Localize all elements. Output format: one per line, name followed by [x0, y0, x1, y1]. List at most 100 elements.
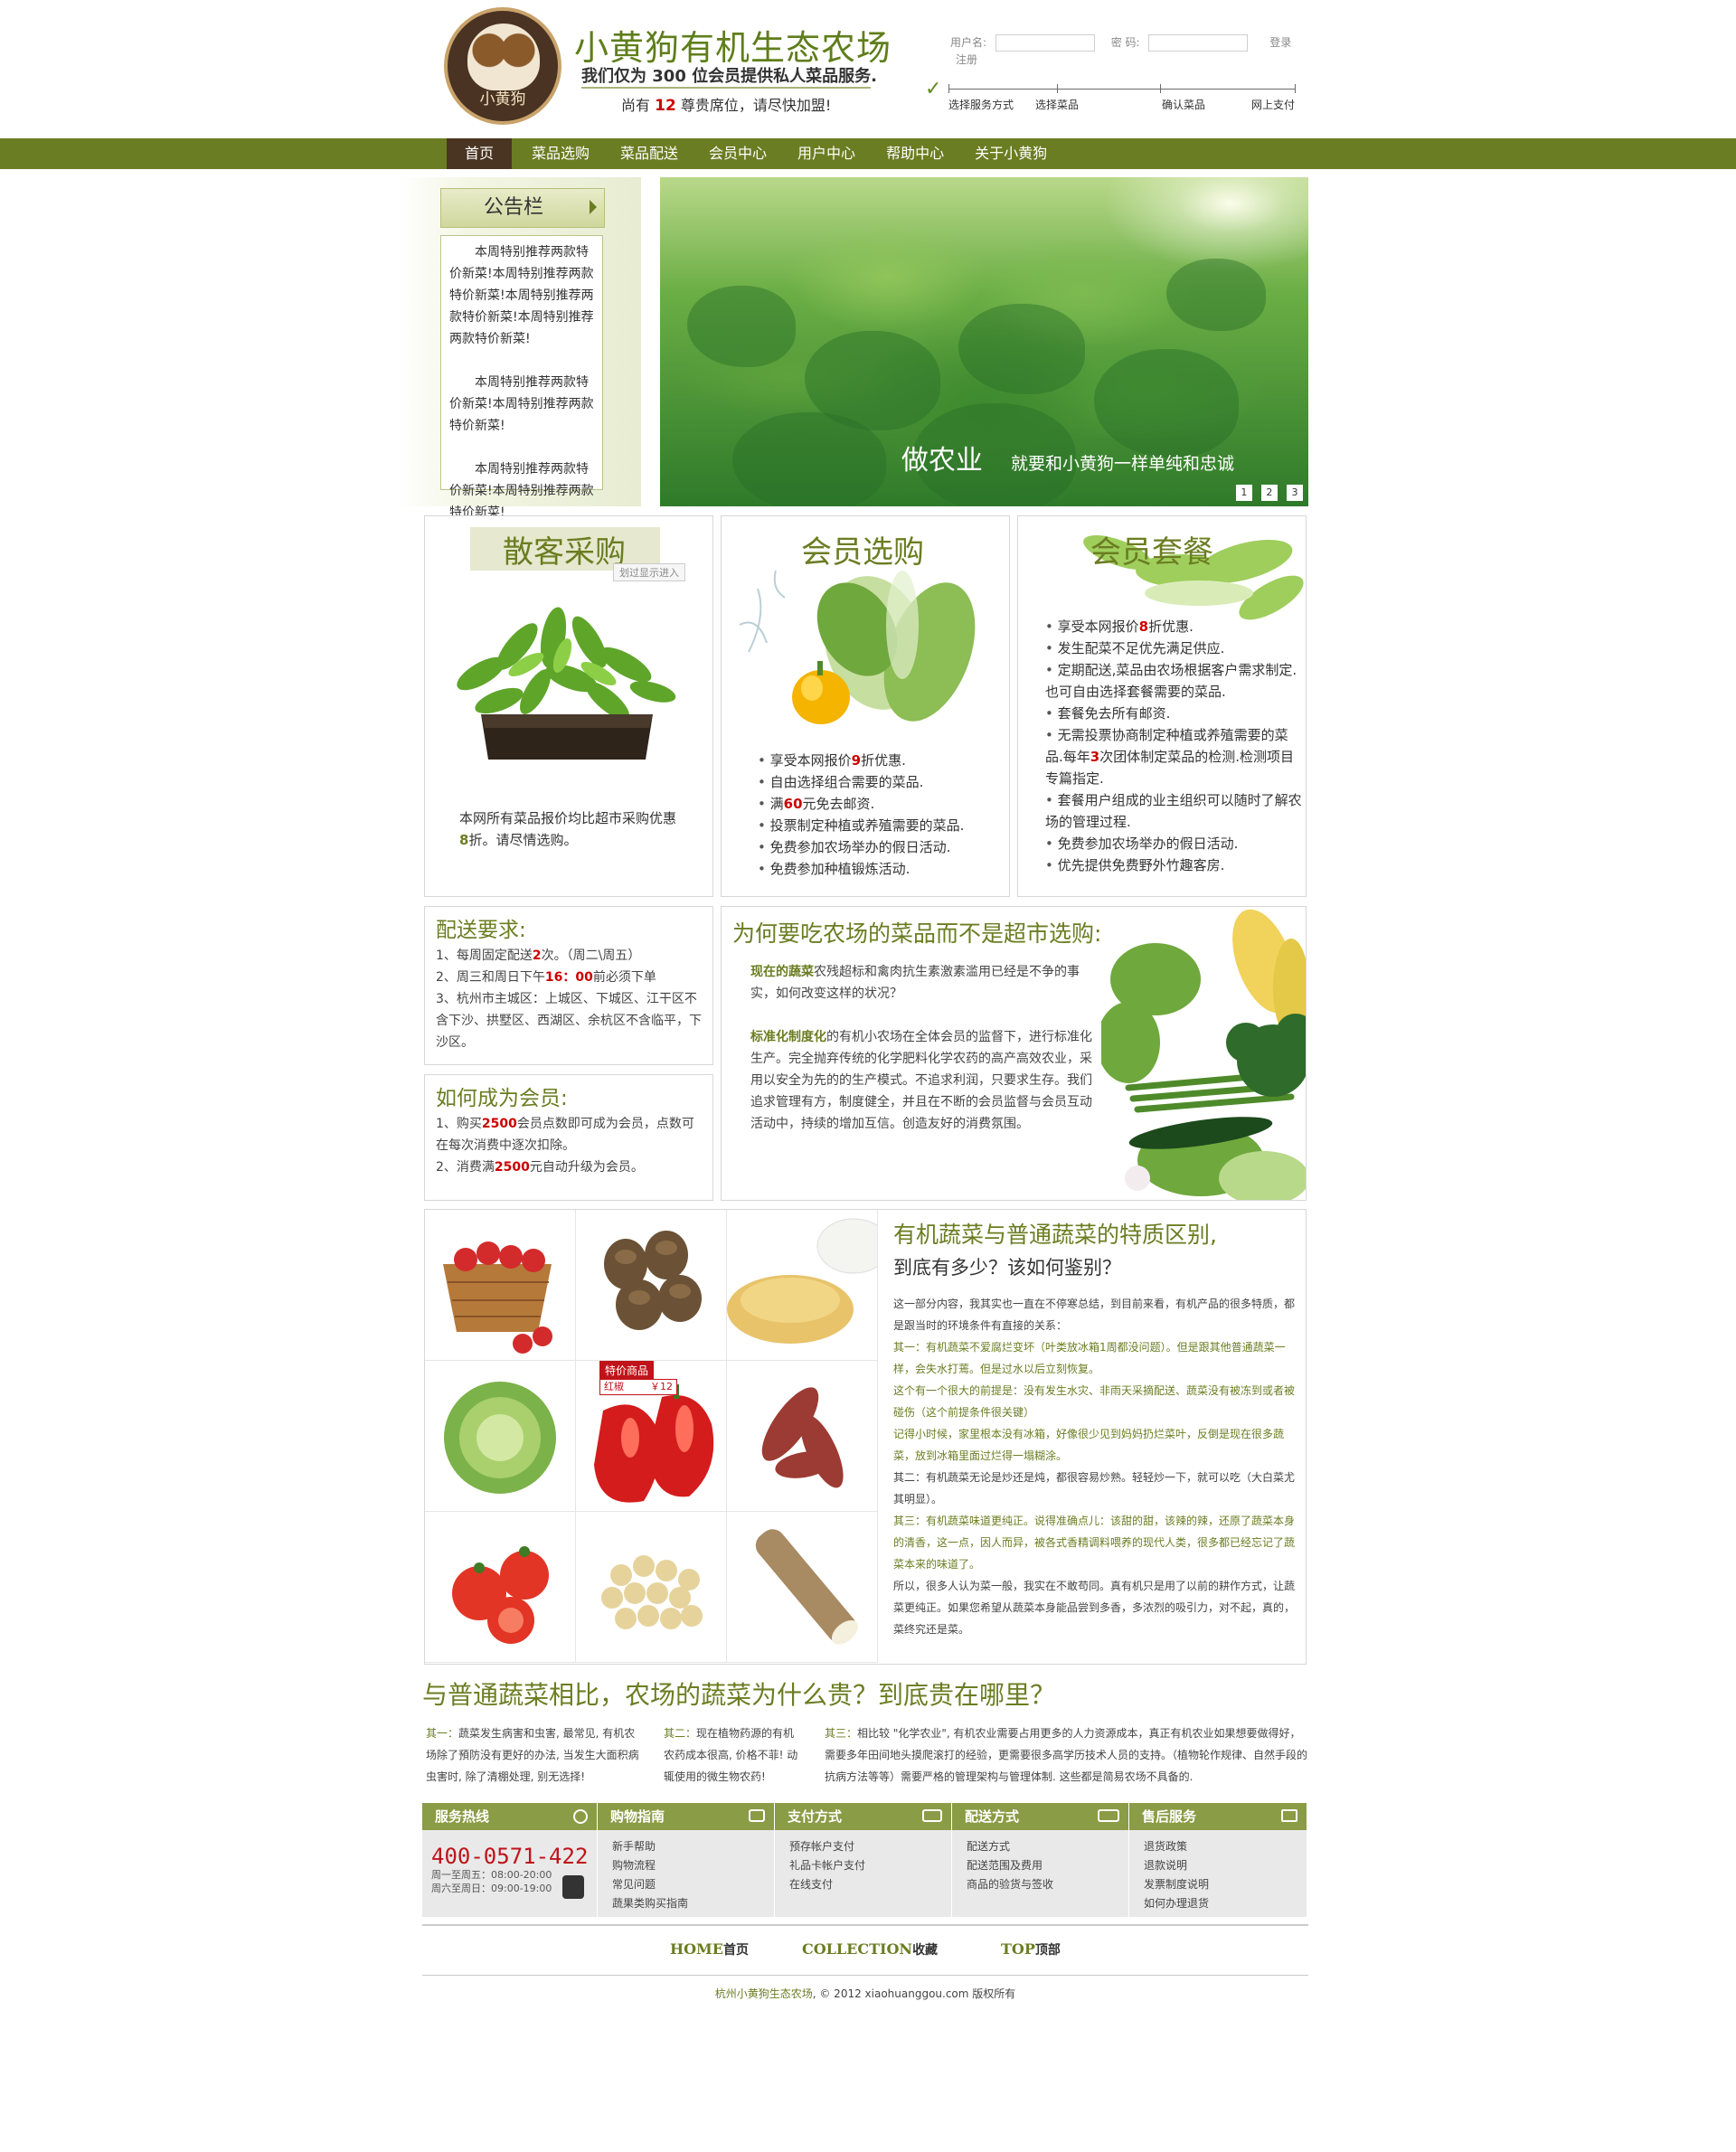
- login-form: 用户名: 密 码: 登录 注册: [950, 34, 1308, 67]
- organic-section: 特价商品 红椒 ￥12 有机蔬菜与普通蔬菜的特质区别, 到底有多少？该如何鉴别？ …: [422, 1209, 1308, 1665]
- logo[interactable]: 小黄狗: [444, 7, 561, 125]
- product-sweet-potato[interactable]: [727, 1361, 878, 1512]
- nav-delivery[interactable]: 菜品配送: [605, 138, 693, 169]
- price-reason-3: 其三：相比较 "化学农业", 有机农业需要占用更多的人力资源成本，真正有机农业如…: [825, 1727, 1308, 1783]
- member-package-card[interactable]: 会员套餐 享受本网报价8折优惠. 发生配菜不足优先满足供应. 定期配送,菜品由农…: [1017, 515, 1307, 897]
- aftersale-link[interactable]: 退货政策: [1144, 1837, 1307, 1856]
- member-package-title: 会员套餐: [1090, 534, 1213, 571]
- register-link[interactable]: 注册: [956, 53, 977, 66]
- product-red-pepper-special[interactable]: 特价商品 红椒 ￥12: [576, 1361, 727, 1512]
- order-steps: ✓ 选择服务方式 选择菜品 确认菜品 网上支付: [925, 76, 1296, 121]
- copyright: 杭州小黄狗生态农场, © 2012 xiaohuanggou.com 版权所有: [422, 1986, 1308, 2007]
- top-link[interactable]: TOP顶部: [1001, 1940, 1061, 1959]
- payment-link[interactable]: 礼品卡帐户支付: [789, 1856, 951, 1875]
- package-item: 套餐免去所有邮资.: [1045, 703, 1303, 724]
- notice-paragraph: 本周特别推荐两款特价新菜!本周特别推荐两款特价新菜!: [449, 462, 594, 520]
- aftersale-link[interactable]: 发票制度说明: [1144, 1875, 1307, 1894]
- password-input[interactable]: [1148, 34, 1249, 52]
- payment-link[interactable]: 在线支付: [789, 1875, 951, 1894]
- nav-member[interactable]: 会员中心: [693, 138, 782, 169]
- organic-title-1: 有机蔬菜与普通蔬菜的特质区别,: [893, 1222, 1217, 1248]
- step-choose[interactable]: 选择菜品: [1035, 97, 1079, 112]
- notice-board: 本周特别推荐两款特价新菜!本周特别推荐两款特价新菜! 本周特别推荐两款特价新菜!本…: [440, 235, 603, 520]
- slide-dot-3[interactable]: 3: [1287, 485, 1303, 501]
- leaf-shape: [1166, 259, 1266, 331]
- shipping-link[interactable]: 配送范围及费用: [967, 1856, 1128, 1875]
- collection-link[interactable]: COLLECTION收藏: [802, 1940, 938, 1959]
- organic-article: 有机蔬菜与普通蔬菜的特质区别, 到底有多少？该如何鉴别？ 这一部分内容，我其实也…: [893, 1217, 1300, 1640]
- password-label: 密 码:: [1110, 36, 1140, 49]
- notice-header[interactable]: 公告栏: [440, 188, 605, 228]
- notice-title: 公告栏: [483, 196, 543, 219]
- package-benefits: 享受本网报价8折优惠. 发生配菜不足优先满足供应. 定期配送,菜品由农场根据客户…: [1045, 616, 1303, 876]
- organic-para: 记得小时候，家里根本没有冰箱，好像很少见到妈妈扔烂菜叶，反倒是现在很多蔬菜，放到…: [893, 1428, 1285, 1462]
- guide-title: 购物指南: [598, 1803, 774, 1830]
- why-text: 现在的蔬菜农残超标和禽肉抗生素激素滥用已经是不争的事实，如何改变这样的状况？ 标…: [750, 965, 1092, 1131]
- special-name: 红椒: [604, 1381, 624, 1392]
- username-input[interactable]: [995, 34, 1095, 52]
- slogan-divider: [581, 87, 871, 89]
- become-member: 如何成为会员: 1、购买2500会员点数即可成为会员，点数可在每次消费中逐次扣除…: [424, 1074, 713, 1201]
- login-link[interactable]: 登录: [1269, 36, 1291, 49]
- step-pay[interactable]: 网上支付: [1251, 97, 1295, 112]
- step-confirm[interactable]: 确认菜品: [1162, 97, 1205, 112]
- hero-headline: 做农业: [901, 445, 983, 477]
- footer-services: 服务热线 400-0571-422 周一至周五：08:00-20:00 周六至周…: [422, 1803, 1308, 1917]
- guide-link[interactable]: 新手帮助: [612, 1837, 774, 1856]
- shipping-link[interactable]: 商品的验货与签收: [967, 1875, 1128, 1894]
- nav-about[interactable]: 关于小黄狗: [959, 138, 1062, 169]
- header: 小黄狗 小黄狗有机生态农场 我们仅为 300 位会员提供私人菜品服务. 尚有 1…: [422, 0, 1308, 136]
- benefit-item: 满60元免去邮资.: [758, 793, 1002, 815]
- price-reason-1: 其一：蔬菜发生病害和虫害, 最常见, 有机农场除了預防没有更好的办法, 当发生大…: [426, 1727, 639, 1783]
- purchase-options: 散客采购 划过显示进入 本网所有菜品报价均比超市采购优惠 8折。请尽情选购。 会…: [422, 515, 1308, 897]
- delivery-requirements: 配送要求: 1、每周固定配送2次。（周二\周五） 2、周三和周日下午16：00前…: [424, 906, 713, 1065]
- product-millet[interactable]: [727, 1210, 878, 1361]
- organic-body: 这一部分内容，我其实也一直在不停寒总结，到目前来看，有机产品的很多特质，都是跟当…: [893, 1293, 1300, 1640]
- product-cabbage[interactable]: [425, 1361, 576, 1512]
- vegetables-image: [1097, 907, 1306, 1200]
- retail-desc-rest: 折。请尽情选购。: [468, 832, 578, 848]
- aftersale-link[interactable]: 退款说明: [1144, 1856, 1307, 1875]
- nav-help[interactable]: 帮助中心: [871, 138, 959, 169]
- package-item: 优先提供免费野外竹趣客房.: [1045, 854, 1303, 876]
- delivery-text: 1、每周固定配送2次。（周二\周五） 2、周三和周日下午16：00前必须下单 3…: [436, 949, 702, 1050]
- slide-dot-1[interactable]: 1: [1235, 485, 1252, 501]
- product-taro[interactable]: [576, 1210, 727, 1361]
- nav-home[interactable]: 首页: [447, 138, 512, 169]
- product-tomato[interactable]: [425, 1512, 576, 1663]
- retail-purchase-card[interactable]: 散客采购 划过显示进入 本网所有菜品报价均比超市采购优惠 8折。请尽情选购。: [424, 515, 713, 897]
- card-icon: [922, 1809, 942, 1822]
- hotline-number[interactable]: 400-0571-422: [431, 1845, 597, 1868]
- product-strawberry[interactable]: [425, 1210, 576, 1361]
- member-purchase-card[interactable]: 会员选购 享受本网报价9折优惠. 自由选择组合需要的菜品. 满60元免去邮资. …: [721, 515, 1010, 897]
- aftersale-link[interactable]: 如何办理退货: [1144, 1894, 1307, 1913]
- seats-prefix: 尚有: [621, 97, 651, 114]
- shipping-link[interactable]: 配送方式: [967, 1837, 1128, 1856]
- guide-links: 新手帮助 购物流程 常见问题 蔬果类购买指南: [598, 1830, 774, 1917]
- guide-link[interactable]: 常见问题: [612, 1875, 774, 1894]
- step-service[interactable]: 选择服务方式: [948, 97, 1014, 112]
- copyright-text: , © 2012 xiaohuanggou.com 版权所有: [812, 1987, 1016, 2000]
- package-item: 套餐用户组成的业主组织可以随时了解农场的管理过程.: [1045, 789, 1303, 833]
- special-info: 红椒 ￥12: [599, 1379, 677, 1395]
- retail-title: 散客采购: [503, 534, 626, 571]
- guide-link[interactable]: 蔬果类购买指南: [612, 1894, 774, 1913]
- home-link[interactable]: HOME首页: [670, 1940, 749, 1959]
- product-yam[interactable]: [727, 1512, 878, 1663]
- slide-dot-2[interactable]: 2: [1260, 485, 1278, 501]
- price-section: 与普通蔬菜相比，农场的蔬菜为什么贵？到底贵在哪里？ 其一：蔬菜发生病害和虫害, …: [422, 1675, 1308, 1793]
- nav-shop[interactable]: 菜品选购: [516, 138, 605, 169]
- hero-image[interactable]: 做农业 就要和小黄狗一样单纯和忠诚 1 2 3: [660, 177, 1308, 506]
- check-icon: ✓: [925, 78, 942, 100]
- organic-title-2: 到底有多少？该如何鉴别？: [893, 1257, 1121, 1279]
- member-title: 如何成为会员:: [436, 1087, 568, 1110]
- nav-user[interactable]: 用户中心: [782, 138, 871, 169]
- benefit-item: 免费参加农场举办的假日活动.: [758, 836, 1002, 858]
- seats-count: 12: [655, 97, 676, 115]
- leaf-shape: [732, 412, 886, 506]
- site-slogan: 我们仅为 300 位会员提供私人菜品服务.: [581, 67, 877, 86]
- hotline-body: 400-0571-422 周一至周五：08:00-20:00 周六至周日：09:…: [422, 1830, 597, 1917]
- guide-link[interactable]: 购物流程: [612, 1856, 774, 1875]
- product-soybean[interactable]: [576, 1512, 727, 1663]
- payment-link[interactable]: 预存帐户支付: [789, 1837, 951, 1856]
